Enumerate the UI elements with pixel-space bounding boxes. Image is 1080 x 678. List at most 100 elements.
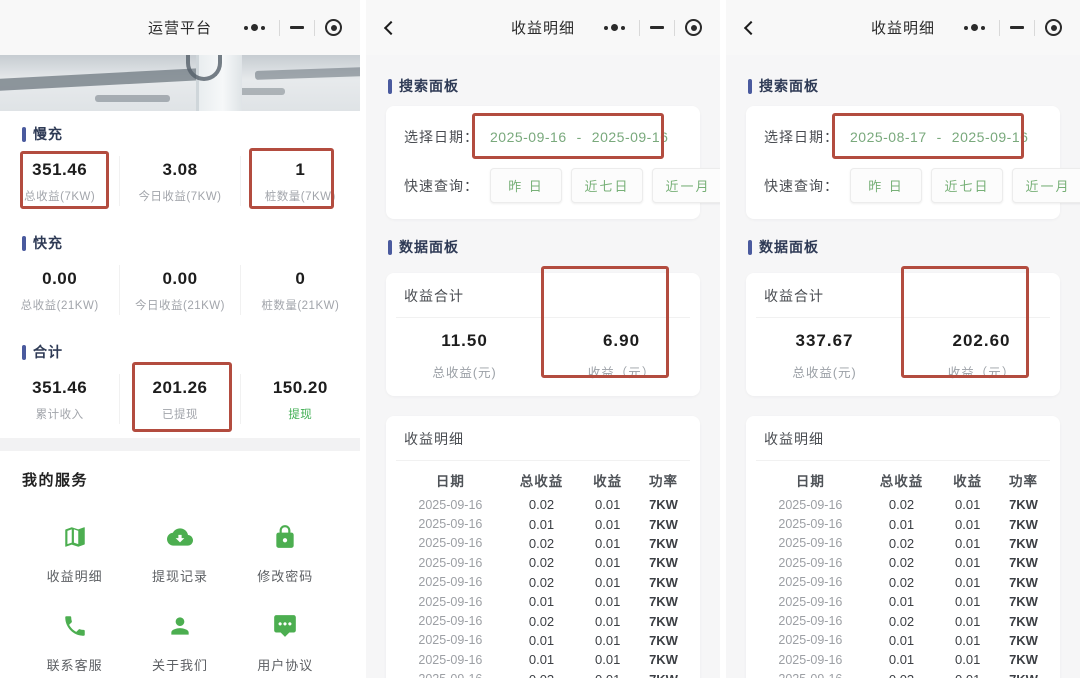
cell-income: 0.01 xyxy=(938,672,997,678)
section-search-panel: 搜索面板 xyxy=(748,76,1080,96)
panel-operations-platform: 运营平台 慢充 351.46 总收益(7KW) 3.08 今日收益(7KW) 1… xyxy=(0,0,360,678)
income-table: 日期 总收益 收益 功率 2025-09-16 0.02 0.01 7KW 20… xyxy=(386,461,700,678)
quick-button-yesterday[interactable]: 昨 日 xyxy=(850,168,922,203)
cell-date: 2025-09-16 xyxy=(778,536,843,551)
date-range-picker[interactable]: 2025-08-17 - 2025-09-16 xyxy=(850,129,1028,145)
cell-total-income: 0.01 xyxy=(888,516,915,532)
titlebar: 收益明细 xyxy=(366,0,720,55)
cell-date: 2025-09-16 xyxy=(418,517,483,532)
close-capsule-icon[interactable] xyxy=(325,19,342,36)
date-to[interactable]: 2025-09-16 xyxy=(592,129,669,145)
divider xyxy=(1034,19,1035,36)
page-title: 收益明细 xyxy=(870,20,936,37)
summary-stats: 337.67 总收益(元) 202.60 收益（元） xyxy=(746,318,1060,396)
service-withdraw-records[interactable]: 提现记录 xyxy=(127,496,232,585)
stat-total-income-21kw: 0.00 总收益(21KW) xyxy=(20,269,99,312)
minimize-icon[interactable] xyxy=(290,26,304,29)
service-upload[interactable] xyxy=(127,674,232,678)
service-about-us[interactable]: 关于我们 xyxy=(127,585,232,674)
cell-income: 0.01 xyxy=(955,652,981,668)
divider xyxy=(674,19,675,36)
service-change-password[interactable]: 修改密码 xyxy=(233,496,338,585)
date-separator: - xyxy=(576,129,582,145)
cell-date: 2025-09-16 xyxy=(756,672,865,678)
cell-total-income: 0.02 xyxy=(528,613,555,629)
more-menu-icon[interactable] xyxy=(240,24,269,31)
section-fast-charge: 快充 xyxy=(22,233,360,253)
cell-power: 7KW xyxy=(1009,555,1038,571)
cell-income: 0.01 xyxy=(955,613,981,629)
cell-total-income: 0.01 xyxy=(528,516,555,532)
service-income-detail[interactable]: 收益明细 xyxy=(22,496,127,585)
cell-power: 7KW xyxy=(649,613,678,629)
back-button[interactable] xyxy=(736,15,762,41)
search-card: 选择日期： 2025-09-16 - 2025-09-16 快速查询： 昨 日 … xyxy=(386,106,720,219)
cell-total-income: 0.02 xyxy=(528,497,555,513)
services-grid: 收益明细 提现记录 修改密码 联系客服 关于我们 用户协议 xyxy=(22,496,338,678)
minimize-icon[interactable] xyxy=(650,26,664,29)
minimize-icon[interactable] xyxy=(1010,26,1024,29)
date-range-picker[interactable]: 2025-09-16 - 2025-09-16 xyxy=(490,129,668,145)
cell-date: 2025-09-16 xyxy=(778,555,843,570)
back-button[interactable] xyxy=(376,15,402,41)
stat-pile-count-7kw: 1 桩数量(7KW) xyxy=(239,148,360,209)
service-share[interactable] xyxy=(22,674,127,678)
more-menu-icon[interactable] xyxy=(960,24,989,31)
cell-power: 7KW xyxy=(1009,594,1038,610)
more-menu-icon[interactable] xyxy=(600,24,629,31)
stat-income: 202.60 收益（元） xyxy=(947,331,1016,380)
cell-power: 7KW xyxy=(649,516,678,532)
table-header: 日期 总收益 收益 功率 xyxy=(435,474,679,489)
panel-income-detail-day: 收益明细 搜索面板 选择日期： 2025-09-16 - 2025-09-16 … xyxy=(360,0,720,678)
section-gap xyxy=(0,438,360,451)
window-controls xyxy=(600,19,710,36)
table-row: 2025-09-16 0.02 0.01 7KW xyxy=(396,573,690,592)
cell-income: 0.01 xyxy=(955,632,981,648)
cell-date: 2025-09-16 xyxy=(778,575,843,590)
quick-button-lastmonth[interactable]: 近一月 xyxy=(1012,168,1080,203)
table-row: 2025-09-16 0.02 0.01 7KW xyxy=(756,495,1050,514)
table-row: 2025-09-16 0.01 0.01 7KW xyxy=(396,592,690,611)
back-chevron-icon xyxy=(383,20,399,35)
date-from[interactable]: 2025-08-17 xyxy=(850,129,927,145)
quick-button-lastmonth[interactable]: 近一月 xyxy=(652,168,720,203)
close-capsule-icon[interactable] xyxy=(685,19,702,36)
cell-power: 7KW xyxy=(649,574,678,590)
cell-income: 0.01 xyxy=(595,516,621,532)
window-controls xyxy=(240,19,350,36)
cell-total-income: 0.01 xyxy=(528,632,555,648)
withdraw-link[interactable]: 提现 xyxy=(241,406,360,422)
phone-icon xyxy=(60,611,90,641)
service-user-agreement[interactable]: 用户协议 xyxy=(233,585,338,674)
table-row: 2025-09-16 0.02 0.01 7KW xyxy=(756,573,1050,592)
quick-button-last7days[interactable]: 近七日 xyxy=(931,168,1003,203)
cell-power: 7KW xyxy=(1009,497,1038,513)
window-controls xyxy=(960,19,1070,36)
table-row: 2025-09-16 0.02 0.01 7KW xyxy=(756,611,1050,630)
cell-total-income: 0.02 xyxy=(528,535,555,551)
cell-power: 7KW xyxy=(997,672,1050,678)
close-capsule-icon[interactable] xyxy=(1045,19,1062,36)
service-contact-support[interactable]: 联系客服 xyxy=(22,585,127,674)
page-title: 运营平台 xyxy=(147,20,213,37)
table-row: 2025-09-16 0.01 0.01 7KW xyxy=(756,514,1050,533)
cell-total-income: 0.02 xyxy=(505,672,579,678)
date-to[interactable]: 2025-09-16 xyxy=(952,129,1029,145)
date-from[interactable]: 2025-09-16 xyxy=(490,129,567,145)
divider xyxy=(279,19,280,36)
table-row: 2025-09-16 0.02 0.01 7KW xyxy=(396,534,690,553)
cell-date: 2025-09-16 xyxy=(418,555,483,570)
cell-income: 0.01 xyxy=(955,555,981,571)
cell-power: 7KW xyxy=(1009,613,1038,629)
stat-withdrawn: 201.26 已提现 xyxy=(119,362,239,432)
table-row: 2025-09-16 0.02 0.01 7KW xyxy=(396,611,690,630)
table-row: 2025-09-16 0.02 0.01 7KW xyxy=(396,670,690,678)
quick-button-yesterday[interactable]: 昨 日 xyxy=(490,168,562,203)
quick-button-last7days[interactable]: 近七日 xyxy=(571,168,643,203)
cell-power: 7KW xyxy=(649,594,678,610)
date-select-row: 选择日期： 2025-08-17 - 2025-09-16 xyxy=(764,113,1042,159)
titlebar: 收益明细 xyxy=(726,0,1080,55)
cell-power: 7KW xyxy=(1009,632,1038,648)
chat-icon xyxy=(270,611,300,641)
titlebar: 运营平台 xyxy=(0,0,360,55)
